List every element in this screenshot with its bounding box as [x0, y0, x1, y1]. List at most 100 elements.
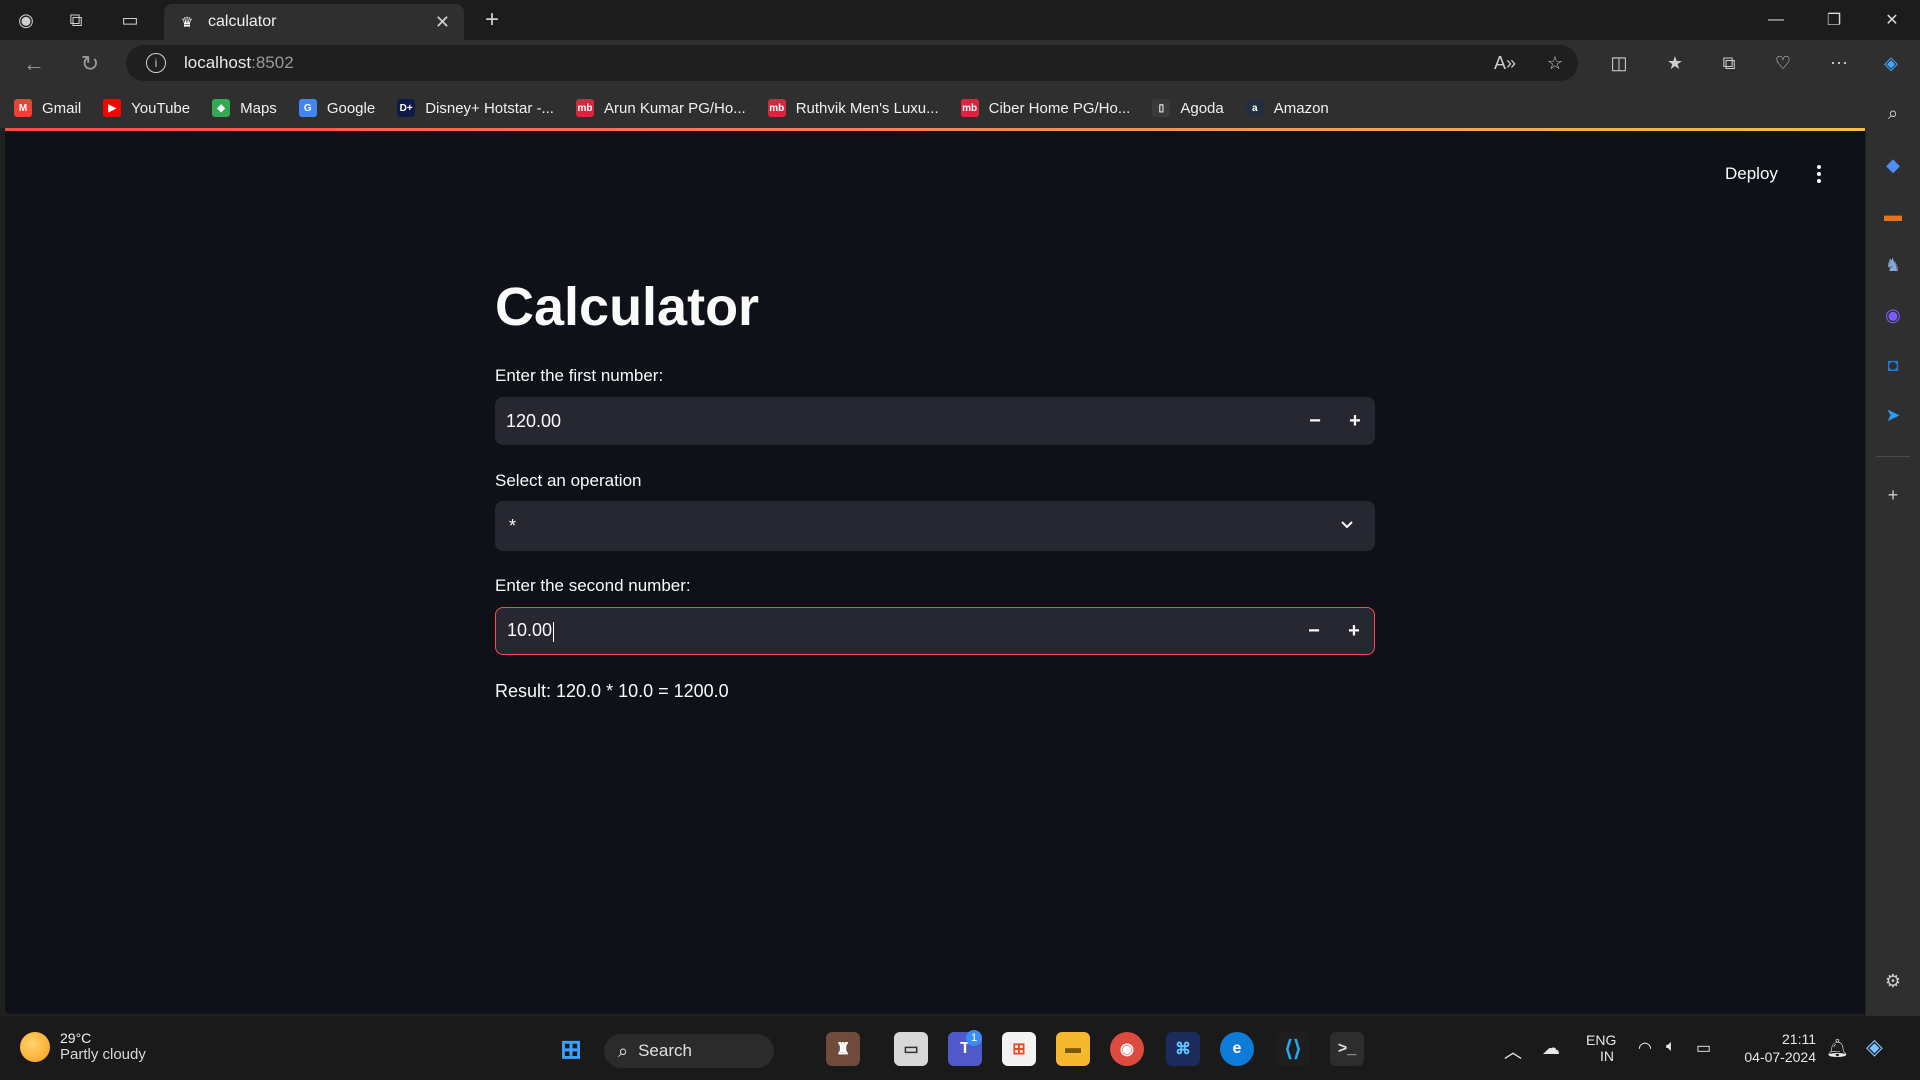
- clock[interactable]: 21:11 04-07-2024: [1740, 1030, 1816, 1066]
- battery-icon[interactable]: ▭: [1696, 1038, 1711, 1058]
- taskbar-search[interactable]: ⌕ Search: [604, 1034, 774, 1068]
- tools-icon[interactable]: ▬: [1878, 200, 1908, 230]
- increment-button[interactable]: +: [1335, 397, 1375, 445]
- copilot-icon[interactable]: ◈: [1876, 48, 1906, 78]
- teams-notification-badge: 1: [966, 1030, 982, 1046]
- close-window-icon[interactable]: ✕: [1864, 0, 1920, 40]
- language-indicator[interactable]: ENG IN: [1586, 1032, 1616, 1064]
- magicbricks-icon: mb: [575, 99, 594, 117]
- operation-select[interactable]: *: [495, 501, 1375, 551]
- outlook-icon[interactable]: ◘: [1878, 350, 1908, 380]
- add-icon[interactable]: +: [1878, 480, 1908, 510]
- copilot-sidebar-icon[interactable]: ◉: [1878, 300, 1908, 330]
- volume-icon[interactable]: 🔈︎: [1666, 1038, 1676, 1056]
- bookmark-label: Arun Kumar PG/Ho...: [603, 99, 746, 117]
- amazon-icon: a: [1245, 99, 1264, 117]
- workspaces-icon[interactable]: ⧉: [60, 4, 92, 36]
- decrement-button[interactable]: −: [1294, 607, 1334, 655]
- favorite-star-icon[interactable]: ☆: [1540, 48, 1570, 78]
- bookmark-item[interactable]: ◆ Maps: [212, 99, 277, 117]
- bookmark-item[interactable]: D+ Disney+ Hotstar -...: [397, 99, 554, 117]
- edge-icon[interactable]: e: [1220, 1032, 1254, 1066]
- file-explorer-blank-icon[interactable]: ▭: [894, 1032, 928, 1066]
- operation-label: Select an operation: [495, 471, 642, 490]
- settings-gear-icon[interactable]: ⚙: [1878, 966, 1908, 996]
- search-icon[interactable]: ⌕: [1878, 98, 1908, 128]
- second-number-label: Enter the second number:: [495, 576, 691, 595]
- start-windows-icon[interactable]: ⊞: [554, 1032, 588, 1066]
- wifi-icon[interactable]: ◠: [1638, 1038, 1652, 1058]
- bookmark-label: Maps: [240, 99, 277, 117]
- tab-calculator[interactable]: ♛ calculator ✕: [164, 4, 464, 40]
- increment-button[interactable]: +: [1334, 607, 1374, 655]
- microsoft-store-icon[interactable]: ⊞: [1002, 1032, 1036, 1066]
- bookmark-item[interactable]: mb Arun Kumar PG/Ho...: [575, 99, 746, 117]
- folder-icon[interactable]: ▬: [1056, 1032, 1090, 1066]
- sidebar-divider: [1876, 456, 1910, 457]
- refresh-icon[interactable]: ↻: [74, 48, 106, 80]
- tab-actions-icon[interactable]: ▭: [114, 4, 146, 36]
- collections-icon[interactable]: ⧉: [1714, 48, 1744, 78]
- bookmark-item[interactable]: G Google: [298, 99, 376, 117]
- bookmark-label: Ruthvik Men's Luxu...: [795, 99, 939, 117]
- decrement-button[interactable]: −: [1295, 397, 1335, 445]
- streamlit-favicon-icon: ♛: [180, 13, 194, 30]
- widget-castle-icon[interactable]: ♜: [826, 1032, 860, 1066]
- main-menu-icon[interactable]: [1809, 162, 1829, 186]
- copilot-taskbar-icon[interactable]: ◈: [1866, 1034, 1883, 1060]
- back-icon[interactable]: ←: [18, 48, 50, 80]
- profile-avatar-icon[interactable]: ◉: [10, 4, 42, 36]
- region-code: IN: [1600, 1048, 1614, 1064]
- taskbar-search-label: Search: [638, 1041, 692, 1060]
- maps-icon: ◆: [212, 99, 231, 117]
- youtube-icon: ▶: [103, 99, 122, 117]
- browser-titlebar: ◉ ⧉ ▭ ♛ calculator ✕ + — ❐ ✕: [0, 0, 1920, 40]
- onedrive-cloud-icon[interactable]: ☁: [1542, 1038, 1560, 1059]
- shopping-tag-icon[interactable]: ◆: [1878, 150, 1908, 180]
- bookmark-item[interactable]: M Gmail: [14, 99, 81, 117]
- more-menu-icon[interactable]: ⋯: [1824, 48, 1854, 78]
- deploy-button[interactable]: Deploy: [1725, 164, 1778, 184]
- site-info-icon[interactable]: i: [146, 53, 166, 73]
- bookmark-label: Amazon: [1273, 99, 1329, 117]
- bookmark-item[interactable]: ▶ YouTube: [103, 99, 190, 117]
- text-caret: [553, 621, 555, 642]
- bookmark-item[interactable]: mb Ruthvik Men's Luxu...: [767, 99, 939, 117]
- result-text: Result: 120.0 * 10.0 = 1200.0: [495, 681, 729, 701]
- bookmark-label: Agoda: [1180, 99, 1224, 117]
- chrome-icon[interactable]: ◉: [1110, 1032, 1144, 1066]
- first-number-input[interactable]: 120.00 − +: [495, 397, 1375, 445]
- bookmark-label: Ciber Home PG/Ho...: [988, 99, 1131, 117]
- weather-widget[interactable]: 29°C Partly cloudy: [20, 1030, 146, 1063]
- restore-icon[interactable]: ❐: [1806, 0, 1862, 40]
- split-screen-icon[interactable]: ◫: [1604, 48, 1634, 78]
- magicbricks-icon: mb: [960, 99, 979, 117]
- bookmark-item[interactable]: a Amazon: [1245, 99, 1329, 117]
- bookmark-item[interactable]: mb Ciber Home PG/Ho...: [960, 99, 1131, 117]
- address-bar[interactable]: i localhost:8502: [126, 45, 1578, 81]
- terminal-icon[interactable]: >_: [1330, 1032, 1364, 1066]
- show-hidden-icons-chevron-icon[interactable]: ︿: [1504, 1038, 1522, 1064]
- minimize-icon[interactable]: —: [1748, 0, 1804, 40]
- browser-essentials-icon[interactable]: ♡: [1768, 48, 1798, 78]
- read-aloud-icon[interactable]: A»: [1490, 48, 1520, 78]
- games-icon[interactable]: ♞: [1878, 250, 1908, 280]
- second-number-value: 10.00: [507, 620, 553, 641]
- first-number-value[interactable]: 120.00: [495, 411, 1295, 432]
- favorites-icon[interactable]: ★: [1660, 48, 1690, 78]
- url-host: localhost: [184, 53, 252, 72]
- close-tab-icon[interactable]: ✕: [435, 12, 450, 33]
- second-number-field[interactable]: 10.00: [496, 620, 1294, 642]
- operation-value: *: [509, 515, 517, 536]
- edge-sidebar: ⌕ ◆ ▬ ♞ ◉ ◘ ➤ + ⚙: [1866, 88, 1920, 1016]
- notification-bell-icon[interactable]: 🔔︎: [1826, 1038, 1849, 1059]
- clock-time: 21:11: [1782, 1031, 1816, 1047]
- send-icon[interactable]: ➤: [1878, 400, 1908, 430]
- bookmark-label: Google: [326, 99, 376, 117]
- bookmark-item[interactable]: ▯ Agoda: [1152, 99, 1224, 117]
- gmail-icon: M: [14, 99, 32, 117]
- second-number-input[interactable]: 10.00 − +: [495, 607, 1375, 655]
- new-tab-icon[interactable]: +: [478, 6, 506, 34]
- windows-terminal-blue-icon[interactable]: ⌘: [1166, 1032, 1200, 1066]
- vscode-icon[interactable]: ⟨⟩: [1276, 1032, 1310, 1066]
